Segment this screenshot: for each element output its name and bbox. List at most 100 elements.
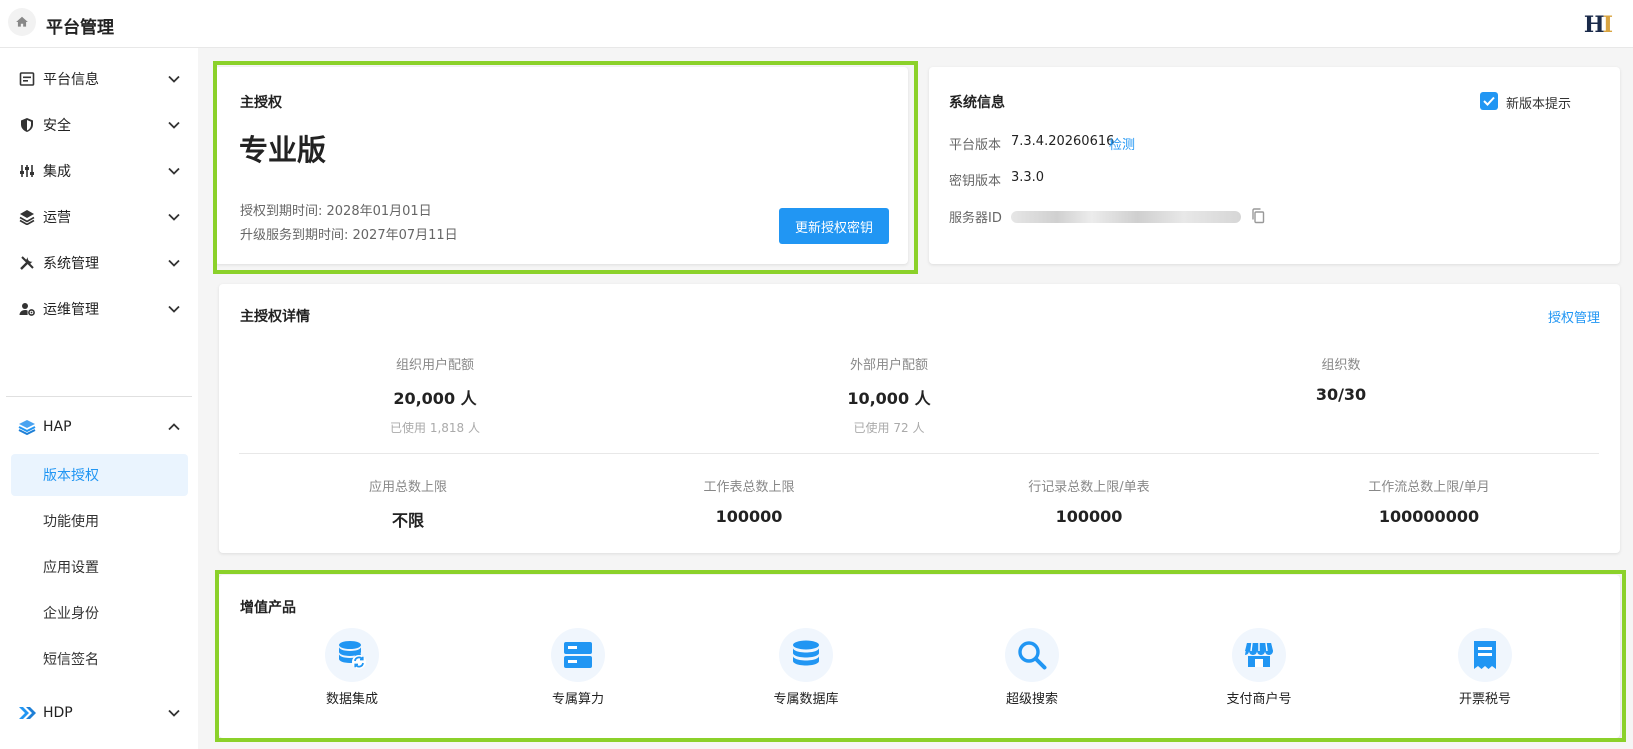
check-update-link[interactable]: 检测 [1109, 134, 1135, 153]
copy-icon[interactable] [1251, 208, 1265, 228]
license-card: 主授权 专业版 授权到期时间: 2028年01月01日 升级服务到期时间: 20… [215, 67, 908, 264]
stat-label: 应用总数上限 [368, 480, 447, 495]
sidebar-item-integration[interactable]: 集成 [0, 151, 198, 191]
license-details-card: 主授权详情 授权管理 组织用户配额 20,000 人 已使用 1,818 人 外… [219, 284, 1620, 553]
sidebar-subitem-app-settings[interactable]: 应用设置 [11, 546, 188, 588]
product-data-integration[interactable]: 数据集成 [282, 628, 422, 707]
storefront-icon [1232, 628, 1286, 682]
chevron-down-icon [168, 257, 180, 269]
product-label: 开票税号 [1458, 692, 1511, 707]
chevron-down-icon [168, 165, 180, 177]
sidebar-item-label: 安全 [43, 118, 71, 134]
sidebar-item-label: HDP [43, 705, 73, 721]
stat-worksheet-limit: 工作表总数上限 100000 [629, 476, 869, 526]
receipt-icon [1458, 628, 1512, 682]
sidebar-item-label: 运维管理 [43, 302, 99, 318]
details-divider [239, 453, 1599, 454]
stat-label: 行记录总数上限/单表 [1028, 480, 1150, 495]
sidebar-subitem-enterprise-identity[interactable]: 企业身份 [11, 592, 188, 634]
stat-label: 外部用户配额 [849, 358, 928, 373]
license-manage-link[interactable]: 授权管理 [1548, 307, 1600, 326]
chevron-down-icon [168, 73, 180, 85]
stat-value: 10,000 人 [847, 389, 931, 408]
shield-icon [18, 116, 36, 134]
sidebar-item-label: 平台信息 [43, 72, 99, 88]
database-icon [779, 628, 833, 682]
product-dedicated-compute[interactable]: 专属算力 [508, 628, 648, 707]
sidebar-item-system-management[interactable]: 系统管理 [0, 243, 198, 283]
system-info-card: 系统信息 新版本提示 平台版本 7.3.4.20260616 检测 密钥版本 3… [929, 67, 1620, 264]
product-dedicated-database[interactable]: 专属数据库 [736, 628, 876, 707]
sidebar-item-label: HAP [43, 419, 72, 435]
hap-stack-icon [18, 418, 36, 436]
chevron-down-icon [168, 119, 180, 131]
product-invoice-tax-id[interactable]: 开票税号 [1415, 628, 1555, 707]
sidebar-subitem-feature-usage[interactable]: 功能使用 [11, 500, 188, 542]
brand-logo: HI [1583, 12, 1613, 38]
value-added-products-title: 增值产品 [240, 600, 296, 616]
server-icon [551, 628, 605, 682]
home-button[interactable] [8, 8, 36, 36]
product-label: 支付商户号 [1226, 692, 1292, 707]
platform-version-label: 平台版本 [949, 138, 1002, 153]
chevron-up-icon [168, 421, 180, 433]
page-title: 平台管理 [46, 18, 114, 38]
check-icon [1483, 96, 1495, 106]
database-sync-icon [325, 628, 379, 682]
renew-license-key-button[interactable]: 更新授权密钥 [779, 208, 889, 244]
sidebar-item-label: 集成 [43, 164, 71, 180]
product-super-search[interactable]: 超级搜索 [962, 628, 1102, 707]
stat-label: 工作表总数上限 [703, 480, 795, 495]
sidebar-item-operations[interactable]: 运营 [0, 197, 198, 237]
sidebar-subitem-sms-signature[interactable]: 短信签名 [11, 638, 188, 680]
stat-value: 20,000 人 [393, 389, 477, 408]
sidebar-divider [6, 396, 192, 397]
product-payment-merchant[interactable]: 支付商户号 [1189, 628, 1329, 707]
search-icon [1005, 628, 1059, 682]
layers-icon [18, 208, 36, 226]
sidebar-subitem-label: 企业身份 [43, 606, 99, 622]
value-added-products-card: 增值产品 数据集成 专属算力 专属数据库 超级搜索 支付商户号 开票税号 [219, 575, 1620, 738]
product-label: 超级搜索 [1005, 692, 1058, 707]
sidebar-item-hdp[interactable]: HDP [0, 693, 198, 733]
sidebar-subitem-label: 版本授权 [43, 468, 99, 484]
sidebar-subitem-label: 功能使用 [43, 514, 99, 530]
sidebar-subitem-label: 短信签名 [43, 652, 99, 668]
server-id-label: 服务器ID [949, 211, 1002, 226]
sidebar-subitem-label: 应用设置 [43, 560, 99, 576]
top-header: 平台管理 HI [0, 0, 1633, 48]
sidebar-item-label: 运营 [43, 210, 71, 226]
chevron-down-icon [168, 303, 180, 315]
server-id-redacted [1011, 211, 1241, 223]
product-label: 数据集成 [325, 692, 378, 707]
tools-icon [18, 254, 36, 272]
product-label: 专属数据库 [773, 692, 839, 707]
new-version-label: 新版本提示 [1506, 97, 1572, 112]
sidebar-item-platform-info[interactable]: 平台信息 [0, 59, 198, 99]
license-card-title: 主授权 [240, 95, 282, 111]
key-version-label: 密钥版本 [949, 174, 1002, 189]
sidebar: 平台信息 安全 集成 运营 系统管理 运维管理 HAP 版本授权 功能使用 应用… [0, 48, 198, 749]
stat-label: 组织用户配额 [395, 358, 474, 373]
stat-org-count: 组织数 30/30 [1221, 354, 1461, 404]
stat-row-limit: 行记录总数上限/单表 100000 [969, 476, 1209, 526]
info-card-icon [18, 70, 36, 88]
double-chevron-icon [18, 704, 36, 722]
sidebar-item-label: 系统管理 [43, 256, 99, 272]
sidebar-item-security[interactable]: 安全 [0, 105, 198, 145]
upgrade-expire-date: 升级服务到期时间: 2027年07月11日 [240, 228, 458, 243]
stat-app-limit: 应用总数上限 不限 [288, 476, 528, 531]
chevron-down-icon [168, 707, 180, 719]
key-version-value: 3.3.0 [1011, 170, 1045, 185]
new-version-checkbox[interactable] [1480, 92, 1498, 110]
stat-label: 组织数 [1321, 358, 1361, 373]
stat-value: 30/30 [1315, 385, 1367, 404]
home-icon [16, 16, 28, 27]
chevron-down-icon [168, 211, 180, 223]
sidebar-subitem-license[interactable]: 版本授权 [11, 454, 188, 496]
sidebar-item-ops-management[interactable]: 运维管理 [0, 289, 198, 329]
sidebar-item-hap[interactable]: HAP [0, 407, 198, 447]
product-label: 专属算力 [551, 692, 604, 707]
user-gear-icon [18, 300, 36, 318]
platform-version-value: 7.3.4.20260616 [1011, 134, 1115, 149]
